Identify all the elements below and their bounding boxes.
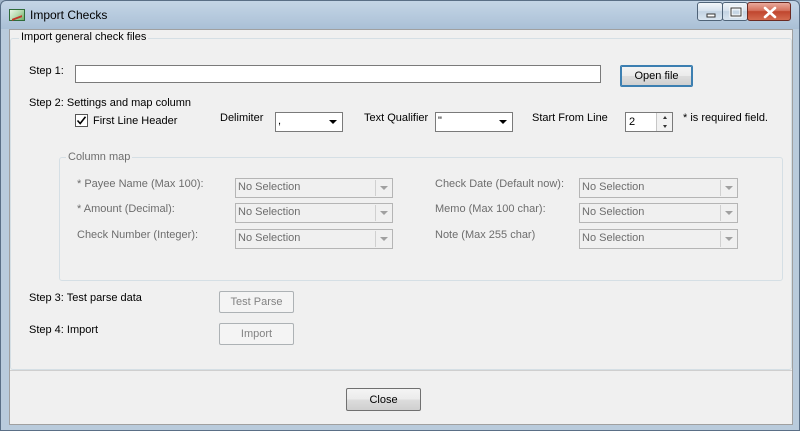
test-parse-button[interactable]: Test Parse <box>219 291 294 313</box>
text-qualifier-label: Text Qualifier <box>364 112 429 124</box>
maximize-icon <box>729 6 743 18</box>
delimiter-label: Delimiter <box>220 112 264 124</box>
start-from-line-stepper[interactable]: 2 <box>625 112 673 132</box>
column-map-legend: Column map <box>66 151 133 163</box>
minimize-button[interactable] <box>697 2 723 21</box>
chevron-down-icon <box>720 205 733 221</box>
step3-label: Step 3: Test parse data <box>29 292 142 304</box>
start-from-line-label: Start From Line <box>532 112 608 124</box>
dialog-body: Import general check files Step 1: Open … <box>9 29 793 425</box>
required-field-note: * is required field. <box>683 112 768 124</box>
check-number-value: No Selection <box>238 232 301 244</box>
window-title: Import Checks <box>30 8 108 22</box>
payee-name-select[interactable]: No Selection <box>235 178 393 198</box>
check-date-label: Check Date (Default now): <box>435 178 564 190</box>
test-parse-label: Test Parse <box>230 296 283 308</box>
column-map-group: Column map * Payee Name (Max 100): No Se… <box>59 151 783 281</box>
maximize-button[interactable] <box>722 2 748 21</box>
chevron-down-icon <box>375 205 388 221</box>
delimiter-select[interactable]: , <box>275 112 343 132</box>
amount-label: * Amount (Decimal): <box>77 203 175 215</box>
import-label: Import <box>240 328 273 340</box>
spin-down-button[interactable] <box>656 122 672 131</box>
memo-label: Memo (Max 100 char): <box>435 203 546 215</box>
open-file-label: Open file <box>634 70 679 82</box>
check-number-label: Check Number (Integer): <box>77 229 199 241</box>
chevron-down-icon <box>720 231 733 247</box>
step2-label: Step 2: Settings and map column <box>29 97 192 109</box>
check-date-select[interactable]: No Selection <box>579 178 738 198</box>
first-line-header-label: First Line Header <box>93 115 178 127</box>
import-button[interactable]: Import <box>219 323 294 345</box>
chevron-down-icon <box>375 180 388 196</box>
import-general-group: Import general check files Step 1: Open … <box>10 31 792 370</box>
check-date-value: No Selection <box>582 181 645 193</box>
open-file-button[interactable]: Open file <box>620 65 693 87</box>
delimiter-value: , <box>278 115 282 127</box>
payee-name-value: No Selection <box>238 181 301 193</box>
text-qualifier-select[interactable]: " <box>435 112 513 132</box>
file-path-field[interactable] <box>75 65 601 83</box>
memo-select[interactable]: No Selection <box>579 203 738 223</box>
text-qualifier-value: " <box>438 115 442 127</box>
import-checks-icon <box>9 9 25 21</box>
chevron-down-icon <box>329 120 337 124</box>
chevron-up-icon <box>663 116 667 119</box>
start-from-line-value: 2 <box>629 116 636 128</box>
close-window-button[interactable] <box>747 2 791 21</box>
memo-value: No Selection <box>582 206 645 218</box>
chevron-down-icon <box>375 231 388 247</box>
note-select[interactable]: No Selection <box>579 229 738 249</box>
close-button[interactable]: Close <box>346 388 421 411</box>
chevron-down-icon <box>499 120 507 124</box>
check-number-select[interactable]: No Selection <box>235 229 393 249</box>
amount-value: No Selection <box>238 206 301 218</box>
chevron-down-icon <box>663 125 667 128</box>
minimize-icon <box>706 13 716 18</box>
note-label: Note (Max 255 char) <box>435 229 536 241</box>
payee-name-label: * Payee Name (Max 100): <box>77 178 204 190</box>
amount-select[interactable]: No Selection <box>235 203 393 223</box>
close-icon <box>763 6 777 19</box>
import-general-legend: Import general check files <box>19 31 149 43</box>
step1-label: Step 1: <box>29 65 64 77</box>
title-bar[interactable]: Import Checks <box>1 1 799 29</box>
spin-up-button[interactable] <box>656 113 672 122</box>
footer-separator <box>10 370 792 371</box>
import-checks-window: Import Checks Import general check files… <box>0 0 800 431</box>
checkmark-icon <box>76 116 87 125</box>
chevron-down-icon <box>720 180 733 196</box>
first-line-header-checkbox[interactable] <box>75 114 88 127</box>
step4-label: Step 4: Import <box>29 324 99 336</box>
close-label: Close <box>369 394 398 406</box>
note-value: No Selection <box>582 232 645 244</box>
